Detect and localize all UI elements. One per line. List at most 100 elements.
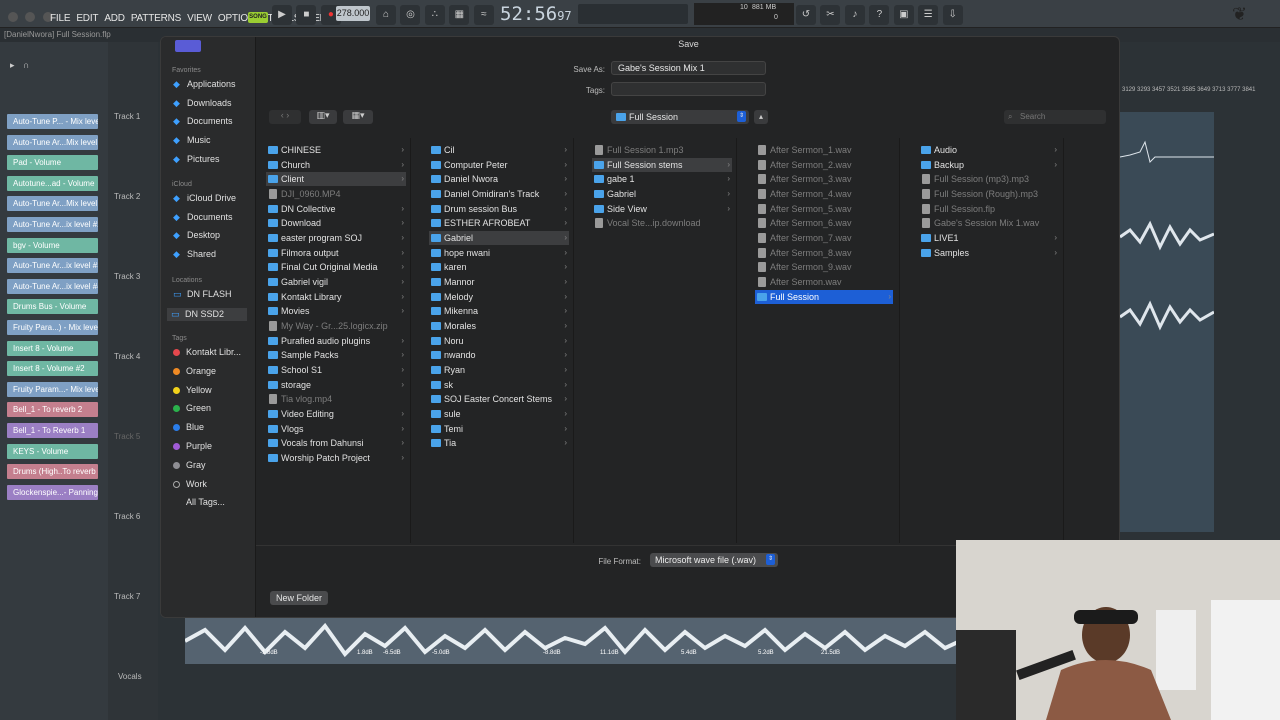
sidebar-tag-blue[interactable]: Blue: [173, 422, 204, 432]
save-as-input[interactable]: Gabe's Session Mix 1: [611, 61, 766, 75]
file-format-popup[interactable]: Microsoft wave file (.wav) ⇕: [650, 553, 778, 567]
folder-item[interactable]: karen ›: [429, 260, 569, 274]
automation-clip[interactable]: Auto-Tune Ar...ix level #4: [7, 278, 98, 294]
play-icon[interactable]: ▶: [272, 5, 292, 25]
track-label[interactable]: Track 2: [114, 192, 140, 201]
file-item[interactable]: After Sermon.wav: [755, 275, 895, 289]
location-popup[interactable]: Full Session ⇕: [611, 110, 749, 124]
folder-item[interactable]: Kontakt Library ›: [266, 290, 406, 304]
automation-clip[interactable]: Bell_1 - To Reverb 1: [7, 423, 98, 438]
folder-item[interactable]: Drum session Bus ›: [429, 202, 569, 216]
automation-clip[interactable]: Fruity Para...) - Mix level: [7, 320, 98, 335]
clip-lane[interactable]: [1119, 112, 1215, 532]
track-label[interactable]: Track 4: [114, 352, 140, 361]
file-item[interactable]: Full Session (Rough).mp3: [919, 187, 1059, 201]
file-item[interactable]: Gabe's Session Mix 1.wav: [919, 216, 1059, 230]
new-folder-button[interactable]: New Folder: [270, 591, 328, 605]
automation-clip[interactable]: bgv - Volume: [7, 237, 98, 253]
menu-patterns[interactable]: PATTERNS: [131, 13, 181, 24]
folder-item[interactable]: storage ›: [266, 378, 406, 392]
automation-clip[interactable]: Drums Bus - Volume: [7, 299, 98, 315]
folder-item[interactable]: Mannor ›: [429, 275, 569, 289]
track-label[interactable]: Track 1: [114, 112, 140, 121]
wait-icon[interactable]: ◎: [400, 5, 421, 25]
sidebar-item-applications[interactable]: ◆ Applications: [173, 79, 236, 90]
browser-column-5[interactable]: Audio › Backup › Full Session (mp3).mp3 Full …: [909, 138, 1064, 543]
file-item[interactable]: Full Session.flp: [919, 202, 1059, 216]
sidebar-item-documents[interactable]: ◆ Documents: [173, 212, 233, 223]
view-columns-icon[interactable]: ▥▾: [309, 110, 337, 124]
arrow-icon[interactable]: ▸: [10, 60, 15, 70]
menu-file[interactable]: FILE: [50, 13, 71, 24]
file-item[interactable]: My Way - Gr...25.logicx.zip: [266, 319, 406, 333]
folder-item[interactable]: Movies ›: [266, 304, 406, 318]
folder-item[interactable]: Gabriel vigil ›: [266, 275, 406, 289]
folder-item[interactable]: Melody ›: [429, 290, 569, 304]
sidebar-tag-purple[interactable]: Purple: [173, 441, 212, 451]
sidebar-item-dn-flash[interactable]: ▭ DN FLASH: [173, 289, 232, 300]
song-mode-badge[interactable]: SONG: [248, 12, 268, 23]
folder-item[interactable]: sk ›: [429, 378, 569, 392]
browser-column-4[interactable]: After Sermon_1.wav After Sermon_2.wav Afte…: [745, 138, 900, 543]
automation-clip[interactable]: Drums (High..To reverb 2: [7, 464, 98, 480]
automation-clip[interactable]: KEYS - Volume: [7, 443, 98, 459]
automation-clip[interactable]: Auto-Tune Ar...Mix level: [7, 134, 98, 150]
file-item[interactable]: After Sermon_7.wav: [755, 231, 895, 245]
folder-item[interactable]: Download ›: [266, 216, 406, 230]
file-item[interactable]: After Sermon_2.wav: [755, 158, 895, 172]
nav-back-forward[interactable]: ‹ ›: [269, 110, 301, 124]
folder-item[interactable]: Cil ›: [429, 143, 569, 157]
folder-item[interactable]: Computer Peter ›: [429, 158, 569, 172]
search-field[interactable]: ⌕ Search: [1004, 110, 1106, 124]
help-icon[interactable]: ?: [869, 5, 890, 25]
automation-clip[interactable]: Auto-Tune P... - Mix level: [7, 114, 98, 129]
browser-column-2[interactable]: Cil › Computer Peter › Daniel Nwora › Daniel O…: [419, 138, 574, 543]
step-icon[interactable]: ▦: [449, 5, 470, 25]
file-item[interactable]: DJI_0960.MP4: [266, 187, 406, 201]
save-icon[interactable]: ▣: [893, 5, 914, 25]
file-item[interactable]: After Sermon_4.wav: [755, 187, 895, 201]
folder-item[interactable]: DN Collective ›: [266, 202, 406, 216]
folder-item[interactable]: Samples ›: [919, 246, 1059, 260]
minimize-dot[interactable]: [25, 12, 36, 22]
sidebar-tag-kontakt-libr-[interactable]: Kontakt Libr...: [173, 347, 241, 357]
folder-item[interactable]: Full Session stems ›: [592, 157, 732, 172]
undo-icon[interactable]: ↺: [796, 5, 816, 25]
menu-edit[interactable]: EDIT: [76, 13, 98, 24]
folder-item[interactable]: Gabriel ›: [429, 230, 569, 245]
sidebar-tag-orange[interactable]: Orange: [173, 366, 216, 376]
folder-item[interactable]: LIVE1 ›: [919, 231, 1059, 245]
sidebar-item-desktop[interactable]: ◆ Desktop: [173, 230, 220, 241]
browser-column-1[interactable]: CHINESE › Church › Client › DJI_0960.MP4 DN Col…: [256, 138, 411, 543]
folder-item[interactable]: Tia ›: [429, 436, 569, 450]
track-label[interactable]: Track 7: [114, 592, 140, 601]
folder-item[interactable]: nwando ›: [429, 348, 569, 362]
group-icon[interactable]: ▦▾: [343, 110, 373, 124]
folder-item[interactable]: Vocals from Dahunsi ›: [266, 436, 406, 450]
file-item[interactable]: Tia vlog.mp4: [266, 392, 406, 406]
automation-clip[interactable]: Glockenspie...- Panning: [7, 484, 98, 500]
mixer-icon[interactable]: ☰: [918, 5, 939, 25]
folder-item[interactable]: Vlogs ›: [266, 422, 406, 436]
folder-item[interactable]: Ryan ›: [429, 363, 569, 377]
track-label[interactable]: Track 3: [114, 272, 140, 281]
sidebar-item-dn-ssd2[interactable]: ▭ DN SSD2: [167, 307, 247, 321]
sidebar-item-shared[interactable]: ◆ Shared: [173, 249, 216, 260]
automation-clip[interactable]: Auto-Tune Ar...ix level #2: [7, 217, 98, 232]
file-item[interactable]: After Sermon_3.wav: [755, 172, 895, 186]
sidebar-item-documents[interactable]: ◆ Documents: [173, 116, 233, 127]
folder-item[interactable]: CHINESE ›: [266, 143, 406, 157]
folder-item[interactable]: Morales ›: [429, 319, 569, 333]
folder-item[interactable]: sule ›: [429, 407, 569, 421]
folder-item[interactable]: Side View ›: [592, 202, 732, 216]
automation-clip[interactable]: Pad - Volume: [7, 155, 98, 171]
folder-item[interactable]: gabe 1 ›: [592, 172, 732, 186]
folder-item[interactable]: Daniel Nwora ›: [429, 172, 569, 186]
sidebar-tag-gray[interactable]: Gray: [173, 460, 206, 470]
folder-item[interactable]: Gabriel ›: [592, 187, 732, 201]
file-item[interactable]: After Sermon_1.wav: [755, 143, 895, 157]
stop-icon[interactable]: ■: [296, 5, 317, 25]
sidebar-item-music[interactable]: ◆ Music: [173, 135, 211, 146]
file-item[interactable]: After Sermon_9.wav: [755, 260, 895, 274]
folder-item[interactable]: Daniel Omidiran's Track ›: [429, 187, 569, 201]
